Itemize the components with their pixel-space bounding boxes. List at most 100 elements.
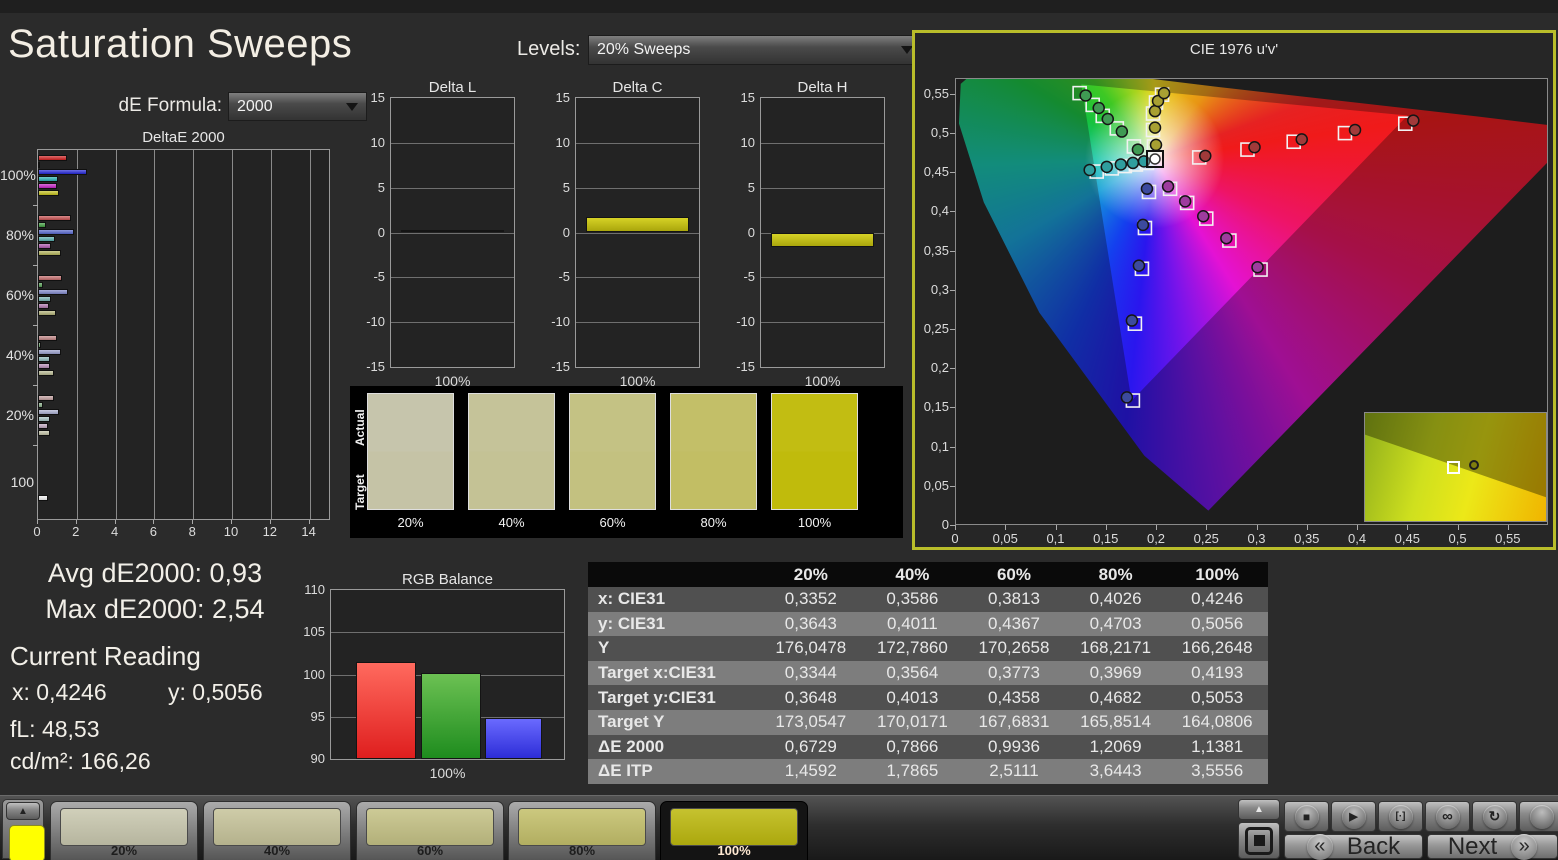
patch-button-20%[interactable]: 20% — [50, 801, 198, 860]
gridline — [576, 232, 699, 234]
x-category-label: 100% — [429, 765, 466, 781]
table-cell: 0,4367 — [987, 613, 1040, 633]
table-cell: 167,6831 — [978, 712, 1050, 732]
y-tick-label: 5 — [747, 179, 755, 195]
cie-x-tick-mark — [1357, 525, 1359, 530]
max-de2000-text: Max dE2000: 2,54 — [45, 594, 265, 624]
play-button[interactable]: ▶ — [1331, 801, 1376, 832]
table-row: ΔE 2000 0,6729 0,7866 0,9936 1,2069 1,1381 — [588, 734, 1268, 760]
deltae-ylabels: 100% 80% 60% 40% 20% 100 — [0, 149, 36, 520]
y-tick-label: 15 — [555, 90, 570, 105]
y-tick-label: -5 — [558, 269, 570, 285]
y-tick-label: 105 — [303, 624, 325, 640]
cie-x-tick-mark — [1156, 525, 1158, 530]
levels-dropdown[interactable]: 20% Sweeps — [588, 35, 922, 65]
table-cell: 0,9936 — [987, 736, 1040, 756]
cie-y-tick-mark — [950, 132, 955, 134]
de-formula-dropdown[interactable]: 2000 — [228, 92, 367, 121]
cie-x-tick-mark — [1306, 525, 1308, 530]
cie-x-tick-mark — [1457, 525, 1459, 530]
reference-widget: ▲ — [2, 799, 45, 860]
delta-l-plot-bar — [401, 229, 504, 233]
table-cell: 0,4358 — [987, 687, 1040, 707]
x-tick-mark — [75, 520, 77, 524]
x-tick-label: 10 — [223, 524, 239, 539]
blank-button[interactable] — [1519, 801, 1558, 832]
row-label: x: CIE31 — [598, 589, 666, 609]
table-header-cell: 40% — [895, 564, 930, 584]
table-cell: 176,0478 — [775, 638, 847, 658]
x-tick-label: 8 — [188, 524, 196, 539]
window-mode-button[interactable] — [1238, 822, 1280, 859]
back-button[interactable]: « Back — [1284, 833, 1423, 860]
patch-button-40%[interactable]: 40% — [203, 801, 351, 860]
y-tick-label: 95 — [310, 708, 325, 724]
y-tick-label: 10 — [740, 134, 755, 150]
cie-y-tick-mark — [950, 211, 955, 213]
cie-chart-panel[interactable]: CIE 1976 u'v' 0 0,05 0,1 0,15 0,2 0,25 0,3 0,35… — [912, 30, 1556, 550]
table-cell: 0,3352 — [784, 589, 837, 609]
patch-button-80%[interactable]: 80% — [508, 801, 656, 860]
gridline — [576, 277, 699, 279]
table-cell: 0,4682 — [1089, 687, 1142, 707]
collapse-up-button[interactable]: ▲ — [6, 802, 40, 820]
gridline — [761, 142, 884, 144]
deltae-bar-60%-green — [38, 282, 43, 288]
deltae-bar-20%-red — [38, 395, 55, 401]
y-tick-label: -10 — [366, 314, 385, 330]
table-header-cell: 80% — [1098, 564, 1133, 584]
cie-y-tick-mark — [950, 446, 955, 448]
x-tick-mark — [37, 520, 38, 524]
panel-up-button[interactable]: ▲ — [1238, 799, 1280, 820]
measure-button[interactable]: [·] — [1378, 801, 1423, 832]
y-tick-label: 5 — [562, 179, 570, 195]
stop-button[interactable]: ■ — [1284, 801, 1329, 832]
deltae-bar-40%-yellow — [38, 370, 54, 376]
cie-x-tick-label: 0,15 — [1093, 531, 1119, 546]
results-table: 20% 40% 60% 80% 100% x: CIE31 0,3352 0,3586 0,38… — [588, 562, 1268, 784]
cie-x-tick-mark — [1005, 525, 1007, 530]
calman-saturation-sweeps-page: Saturation Sweeps Levels: 20% Sweeps dE … — [0, 0, 1558, 860]
deltae-bar-20%-magenta — [38, 423, 48, 429]
table-cell: 173,0547 — [775, 712, 847, 732]
deltae-bar-40%-blue — [38, 349, 62, 355]
delta-c-title: Delta C — [612, 79, 663, 96]
next-button[interactable]: Next » — [1427, 833, 1558, 860]
cie-y-tick-label: 0 — [941, 517, 949, 532]
delta-l-plot: 15 10 5 0 -5 -10 -15 100% — [366, 90, 515, 389]
group-label: 60% — [5, 287, 34, 303]
rgb-bar-green — [421, 672, 481, 759]
y-tick-label: 0 — [562, 224, 570, 240]
patch-button-60%[interactable]: 60% — [356, 801, 504, 860]
table-row: x: CIE31 0,3352 0,3586 0,3813 0,4026 0,4246 — [588, 587, 1268, 612]
row-label: Target Y — [598, 712, 665, 732]
swatch-label: 60% — [599, 515, 626, 530]
cie-y-tick-label: 0,5 — [930, 124, 949, 140]
refresh-button[interactable]: ↻ — [1472, 801, 1517, 832]
deltae-bar-60%-blue — [38, 289, 69, 295]
table-cell: 0,4246 — [1191, 589, 1244, 609]
cie-y-tick-label: 0,1 — [930, 438, 949, 454]
gridline — [331, 632, 564, 634]
x-tick-label: 6 — [149, 524, 157, 539]
swatch-label: 40% — [498, 515, 525, 530]
table-cell: 0,3344 — [784, 663, 837, 683]
y-tick-label: -5 — [373, 269, 385, 285]
patch-button-100%[interactable]: 100% — [660, 801, 808, 860]
swatch-label: 100% — [797, 515, 832, 530]
gridline — [391, 187, 514, 189]
swatch-60% — [569, 393, 656, 510]
y-tick-label: 90 — [310, 751, 325, 766]
deltae-chart-title: DeltaE 2000 — [142, 129, 225, 146]
gridline — [576, 142, 699, 144]
table-row: Target x:CIE31 0,3344 0,3564 0,3773 0,3969 0,… — [588, 660, 1268, 686]
y-tick-label: 15 — [370, 90, 385, 105]
cie-y-tick-label: 0,35 — [923, 242, 949, 258]
gridline — [309, 150, 311, 519]
continuous-button[interactable]: ∞ — [1425, 801, 1470, 832]
gridline — [391, 142, 514, 144]
group-label: 100 — [10, 474, 34, 490]
cie-plot — [955, 78, 1548, 525]
patch-swatch — [670, 808, 798, 846]
deltae-bar-20%-blue — [38, 409, 60, 415]
